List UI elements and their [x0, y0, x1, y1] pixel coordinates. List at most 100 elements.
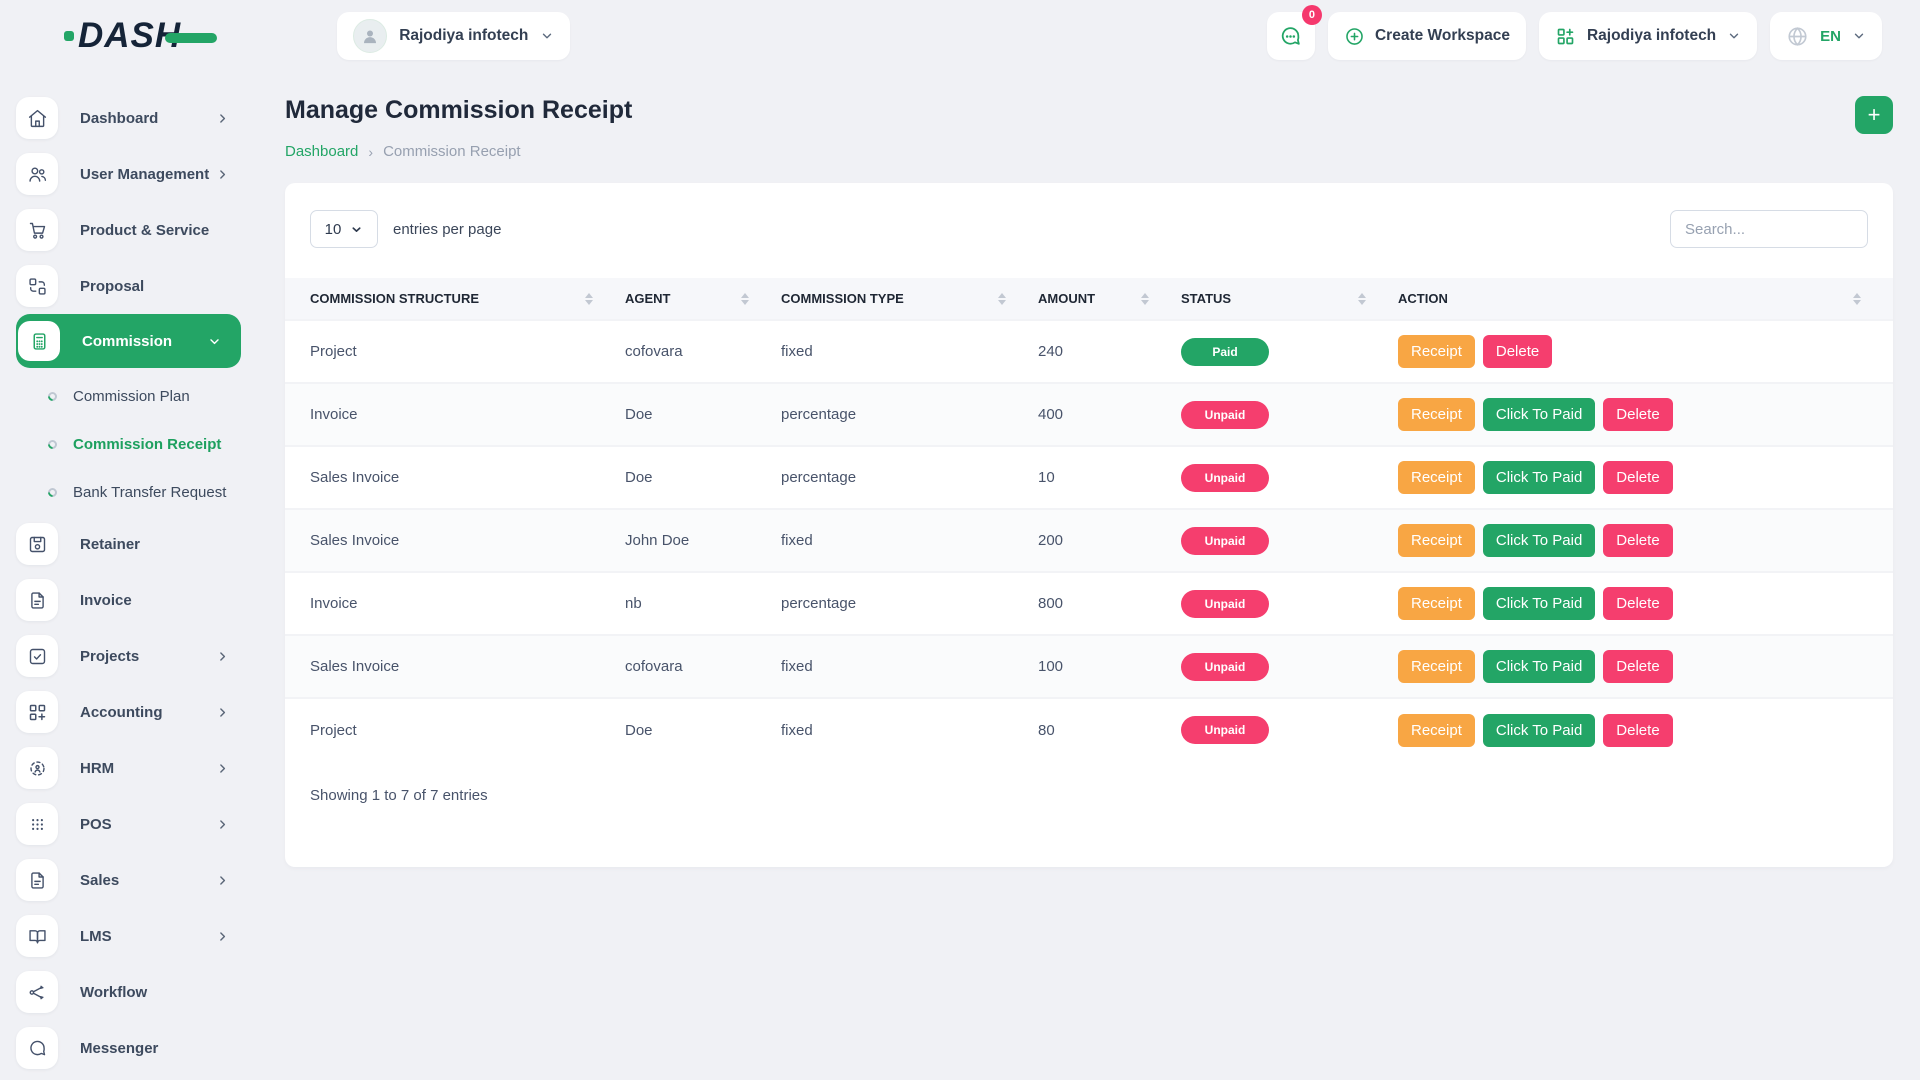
status-badge: Paid	[1181, 338, 1269, 366]
sidebar-subitem-bank-transfer-request[interactable]: Bank Transfer Request	[16, 468, 255, 516]
sort-icon	[998, 293, 1006, 305]
profile-menu[interactable]: Rajodiya infotech	[337, 12, 570, 60]
sidebar-item-dashboard[interactable]: Dashboard	[16, 90, 255, 146]
table-header-row: COMMISSION STRUCTURE AGENT COMMISSION TY…	[285, 278, 1893, 320]
receipt-button[interactable]: Receipt	[1398, 650, 1475, 683]
delete-button[interactable]: Delete	[1603, 714, 1672, 747]
sidebar-item-product-service[interactable]: Product & Service	[16, 202, 255, 258]
chevron-down-icon	[540, 29, 554, 43]
chevron-down-icon	[350, 223, 363, 236]
table-controls: 10 entries per page	[285, 183, 1893, 278]
click-to-paid-button[interactable]: Click To Paid	[1483, 524, 1595, 557]
sidebar-item-workflow[interactable]: Workflow	[16, 964, 255, 1020]
chevron-down-icon	[1852, 29, 1866, 43]
receipt-button[interactable]: Receipt	[1398, 461, 1475, 494]
share-icon	[16, 971, 58, 1013]
breadcrumb-dashboard-link[interactable]: Dashboard	[285, 143, 358, 160]
search-input[interactable]	[1670, 210, 1868, 248]
receipt-button[interactable]: Receipt	[1398, 714, 1475, 747]
sidebar-item-accounting[interactable]: Accounting	[16, 684, 255, 740]
check-square-icon	[16, 635, 58, 677]
receipt-button[interactable]: Receipt	[1398, 335, 1475, 368]
page-size-select[interactable]: 10	[310, 210, 378, 248]
sidebar-item-label: Retainer	[80, 536, 140, 553]
receipt-button[interactable]: Receipt	[1398, 398, 1475, 431]
create-workspace-button[interactable]: Create Workspace	[1328, 12, 1526, 60]
sidebar: Dashboard User Management Product & Serv…	[0, 72, 255, 1080]
sidebar-item-label: Commission	[82, 333, 172, 350]
sidebar-item-commission[interactable]: Commission	[16, 314, 241, 368]
column-agent[interactable]: AGENT	[625, 278, 781, 320]
main-content: Manage Commission Receipt + Dashboard › …	[255, 72, 1920, 1080]
status-badge: Unpaid	[1181, 401, 1269, 429]
brand-logo[interactable]: DASH	[64, 16, 217, 56]
delete-button[interactable]: Delete	[1603, 398, 1672, 431]
delete-button[interactable]: Delete	[1603, 461, 1672, 494]
table-row: Invoice Doe percentage 400 Unpaid Receip…	[285, 383, 1893, 446]
sidebar-item-pos[interactable]: POS	[16, 796, 255, 852]
add-commission-receipt-button[interactable]: +	[1855, 96, 1893, 134]
sidebar-item-sales[interactable]: Sales	[16, 852, 255, 908]
sidebar-item-label: Proposal	[80, 278, 144, 295]
logo-dot-icon	[64, 31, 74, 41]
delete-button[interactable]: Delete	[1603, 524, 1672, 557]
breadcrumb: Dashboard › Commission Receipt	[285, 143, 1893, 160]
column-commission-type[interactable]: COMMISSION TYPE	[781, 278, 1038, 320]
delete-button[interactable]: Delete	[1603, 587, 1672, 620]
calculator-icon	[18, 321, 60, 361]
sidebar-subitem-commission-receipt[interactable]: Commission Receipt	[16, 420, 255, 468]
column-status[interactable]: STATUS	[1181, 278, 1398, 320]
sidebar-subitem-label: Commission Receipt	[73, 436, 221, 453]
cell-actions: Receipt Click To Paid Delete	[1398, 698, 1893, 761]
create-workspace-label: Create Workspace	[1375, 27, 1510, 45]
column-amount[interactable]: AMOUNT	[1038, 278, 1181, 320]
cell-status: Unpaid	[1181, 635, 1398, 698]
save-icon	[16, 523, 58, 565]
cell-agent: John Doe	[625, 509, 781, 572]
sidebar-item-lms[interactable]: LMS	[16, 908, 255, 964]
cell-structure: Project	[285, 320, 625, 383]
person-icon	[360, 26, 380, 46]
chevron-right-icon	[216, 818, 229, 831]
sidebar-subitem-commission-plan[interactable]: Commission Plan	[16, 372, 255, 420]
column-action[interactable]: ACTION	[1398, 278, 1893, 320]
profile-name: Rajodiya infotech	[399, 27, 528, 45]
sidebar-item-messenger[interactable]: Messenger	[16, 1020, 255, 1076]
cell-type: percentage	[781, 383, 1038, 446]
messages-button[interactable]: 0	[1267, 12, 1315, 60]
click-to-paid-button[interactable]: Click To Paid	[1483, 461, 1595, 494]
chat-bubble-icon	[16, 1027, 58, 1069]
sidebar-item-projects[interactable]: Projects	[16, 628, 255, 684]
sidebar-item-proposal[interactable]: Proposal	[16, 258, 255, 314]
workspace-selector[interactable]: Rajodiya infotech	[1539, 12, 1757, 60]
click-to-paid-button[interactable]: Click To Paid	[1483, 714, 1595, 747]
column-commission-structure[interactable]: COMMISSION STRUCTURE	[285, 278, 625, 320]
sidebar-item-invoice[interactable]: Invoice	[16, 572, 255, 628]
sidebar-item-user-management[interactable]: User Management	[16, 146, 255, 202]
breadcrumb-current: Commission Receipt	[383, 143, 521, 160]
language-selector[interactable]: EN	[1770, 12, 1882, 60]
cell-type: fixed	[781, 635, 1038, 698]
swap-grid-icon	[16, 265, 58, 307]
delete-button[interactable]: Delete	[1483, 335, 1552, 368]
click-to-paid-button[interactable]: Click To Paid	[1483, 398, 1595, 431]
chevron-right-icon	[216, 930, 229, 943]
sidebar-subitem-label: Commission Plan	[73, 388, 190, 405]
person-focus-icon	[16, 747, 58, 789]
cell-structure: Sales Invoice	[285, 446, 625, 509]
cell-agent: Doe	[625, 446, 781, 509]
receipt-button[interactable]: Receipt	[1398, 524, 1475, 557]
cell-agent: nb	[625, 572, 781, 635]
table-row: Sales Invoice Doe percentage 10 Unpaid R…	[285, 446, 1893, 509]
sidebar-item-hrm[interactable]: HRM	[16, 740, 255, 796]
cell-actions: Receipt Click To Paid Delete	[1398, 446, 1893, 509]
cell-amount: 240	[1038, 320, 1181, 383]
page-size-value: 10	[325, 221, 342, 238]
delete-button[interactable]: Delete	[1603, 650, 1672, 683]
click-to-paid-button[interactable]: Click To Paid	[1483, 650, 1595, 683]
receipt-button[interactable]: Receipt	[1398, 587, 1475, 620]
sidebar-item-label: POS	[80, 816, 112, 833]
chevron-right-icon	[216, 874, 229, 887]
sidebar-item-retainer[interactable]: Retainer	[16, 516, 255, 572]
click-to-paid-button[interactable]: Click To Paid	[1483, 587, 1595, 620]
